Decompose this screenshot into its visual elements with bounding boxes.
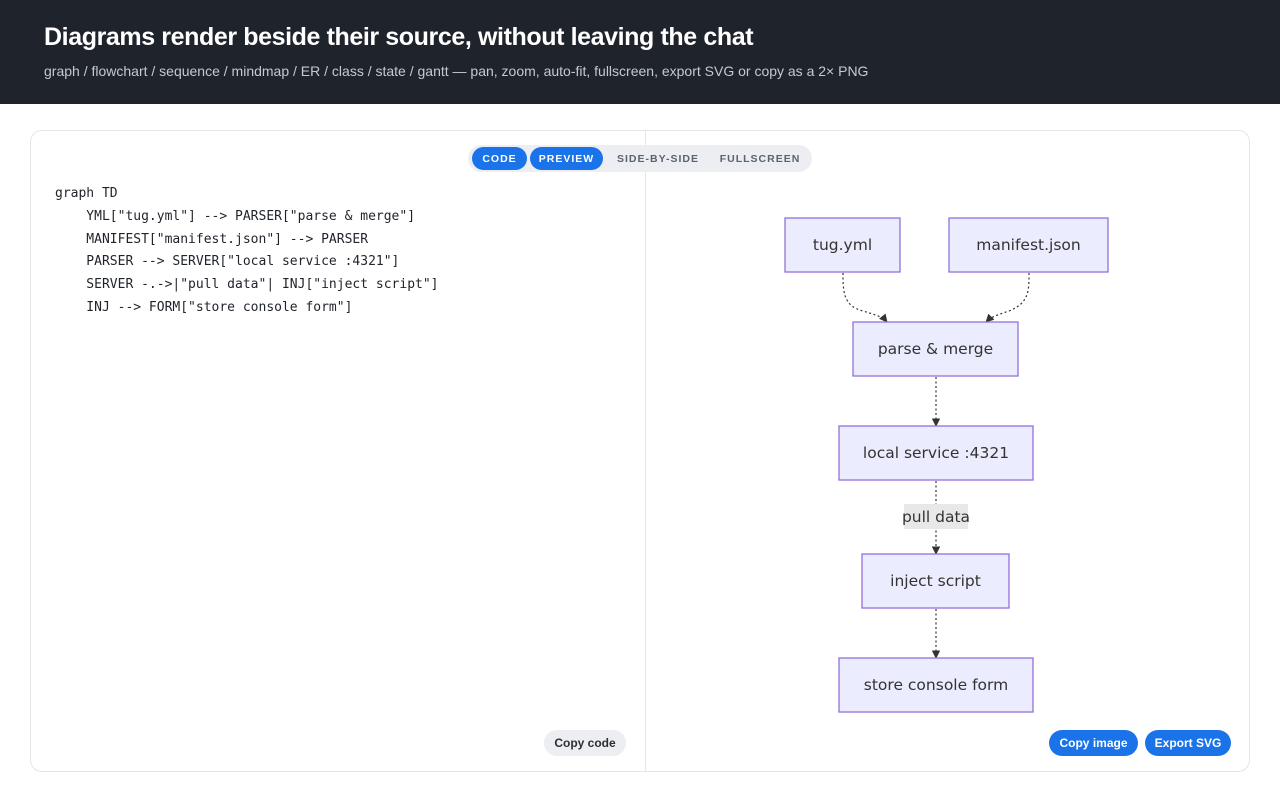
diagram-card: graph TD YML["tug.yml"] --> PARSER["pars… (30, 130, 1250, 772)
node-label: local service :4321 (863, 444, 1009, 462)
view-mode-tabs: CODE PREVIEW SIDE-BY-SIDE FULLSCREEN (468, 145, 812, 172)
node-label: inject script (890, 572, 981, 590)
node-server[interactable]: local service :4321 (838, 425, 1034, 481)
page-title: Diagrams render beside their source, wit… (44, 23, 754, 51)
edge-label-pull-data: pull data (902, 508, 970, 526)
node-label: tug.yml (813, 236, 872, 254)
edge-yml-parser (842, 272, 888, 323)
tab-fullscreen[interactable]: FULLSCREEN (713, 147, 807, 170)
copy-code-button[interactable]: Copy code (544, 730, 626, 756)
copy-image-button[interactable]: Copy image (1049, 730, 1138, 756)
node-label: manifest.json (976, 236, 1081, 254)
export-svg-button[interactable]: Export SVG (1145, 730, 1231, 756)
node-inject[interactable]: inject script (861, 553, 1010, 609)
page-subtitle: graph / flowchart / sequence / mindmap /… (44, 63, 869, 79)
tab-side-by-side[interactable]: SIDE-BY-SIDE (608, 147, 708, 170)
tab-code[interactable]: CODE (472, 147, 527, 170)
node-manifest[interactable]: manifest.json (948, 217, 1109, 273)
tab-preview[interactable]: PREVIEW (530, 147, 603, 170)
node-label: store console form (864, 676, 1008, 694)
node-parser[interactable]: parse & merge (852, 321, 1019, 377)
node-yml[interactable]: tug.yml (784, 217, 901, 273)
node-label: parse & merge (878, 340, 993, 358)
node-form[interactable]: store console form (838, 657, 1034, 713)
diagram-preview[interactable]: pull data tug.yml manifest.json parse & … (31, 131, 1250, 772)
edge-manifest-parser (985, 272, 1030, 323)
header-bar: Diagrams render beside their source, wit… (0, 0, 1280, 104)
